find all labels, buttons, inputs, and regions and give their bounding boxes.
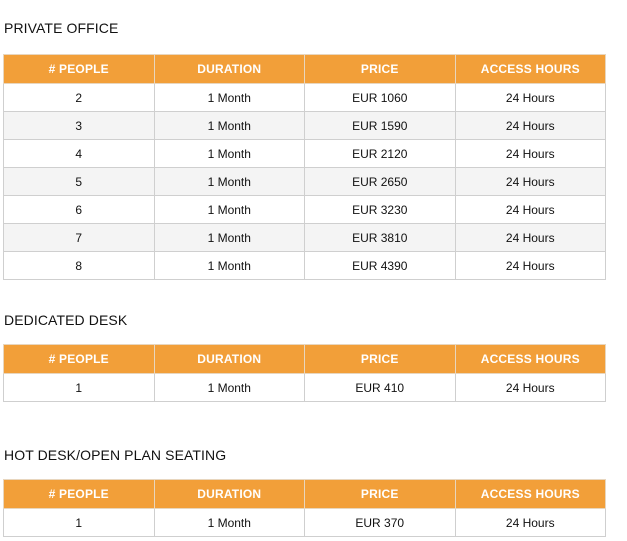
cell-access-hours: 24 Hours xyxy=(454,508,606,537)
column-header-people: # PEOPLE xyxy=(3,479,155,509)
table-header-row: # PEOPLE DURATION PRICE ACCESS HOURS xyxy=(3,54,606,84)
column-header-duration: DURATION xyxy=(153,54,305,84)
cell-access-hours: 24 Hours xyxy=(454,373,606,402)
cell-access-hours: 24 Hours xyxy=(454,167,606,196)
cell-duration: 1 Month xyxy=(153,111,305,140)
cell-access-hours: 24 Hours xyxy=(454,195,606,224)
column-header-access-hours: ACCESS HOURS xyxy=(454,344,606,374)
cell-access-hours: 24 Hours xyxy=(454,223,606,252)
cell-duration: 1 Month xyxy=(153,167,305,196)
cell-price: EUR 3230 xyxy=(304,195,456,224)
cell-access-hours: 24 Hours xyxy=(454,83,606,112)
cell-price: EUR 2650 xyxy=(304,167,456,196)
cell-people: 6 xyxy=(3,195,155,224)
cell-duration: 1 Month xyxy=(153,373,305,402)
table-row: 7 1 Month EUR 3810 24 Hours xyxy=(3,223,606,252)
cell-people: 1 xyxy=(3,508,155,537)
cell-price: EUR 1590 xyxy=(304,111,456,140)
cell-price: EUR 1060 xyxy=(304,83,456,112)
cell-people: 3 xyxy=(3,111,155,140)
cell-duration: 1 Month xyxy=(153,251,305,280)
table-row: 1 1 Month EUR 410 24 Hours xyxy=(3,373,606,402)
cell-price: EUR 3810 xyxy=(304,223,456,252)
cell-duration: 1 Month xyxy=(153,139,305,168)
cell-access-hours: 24 Hours xyxy=(454,251,606,280)
table-header-row: # PEOPLE DURATION PRICE ACCESS HOURS xyxy=(3,344,606,374)
table-row: 5 1 Month EUR 2650 24 Hours xyxy=(3,167,606,196)
cell-people: 5 xyxy=(3,167,155,196)
cell-people: 8 xyxy=(3,251,155,280)
table-row: 8 1 Month EUR 4390 24 Hours xyxy=(3,251,606,280)
hot-desk-table: # PEOPLE DURATION PRICE ACCESS HOURS 1 1… xyxy=(3,479,606,537)
cell-people: 2 xyxy=(3,83,155,112)
section-title-private-office: PRIVATE OFFICE xyxy=(4,20,119,36)
cell-people: 1 xyxy=(3,373,155,402)
cell-people: 4 xyxy=(3,139,155,168)
column-header-price: PRICE xyxy=(304,54,456,84)
column-header-duration: DURATION xyxy=(153,479,305,509)
column-header-people: # PEOPLE xyxy=(3,54,155,84)
cell-access-hours: 24 Hours xyxy=(454,111,606,140)
column-header-access-hours: ACCESS HOURS xyxy=(454,479,606,509)
private-office-table: # PEOPLE DURATION PRICE ACCESS HOURS 2 1… xyxy=(3,54,606,280)
cell-price: EUR 4390 xyxy=(304,251,456,280)
section-title-dedicated-desk: DEDICATED DESK xyxy=(4,312,128,328)
column-header-price: PRICE xyxy=(304,344,456,374)
cell-price: EUR 410 xyxy=(304,373,456,402)
column-header-people: # PEOPLE xyxy=(3,344,155,374)
cell-duration: 1 Month xyxy=(153,83,305,112)
table-header-row: # PEOPLE DURATION PRICE ACCESS HOURS xyxy=(3,479,606,509)
dedicated-desk-table: # PEOPLE DURATION PRICE ACCESS HOURS 1 1… xyxy=(3,344,606,402)
section-title-hot-desk: HOT DESK/OPEN PLAN SEATING xyxy=(4,447,227,463)
column-header-duration: DURATION xyxy=(153,344,305,374)
column-header-price: PRICE xyxy=(304,479,456,509)
table-row: 1 1 Month EUR 370 24 Hours xyxy=(3,508,606,537)
cell-duration: 1 Month xyxy=(153,223,305,252)
cell-price: EUR 2120 xyxy=(304,139,456,168)
table-row: 6 1 Month EUR 3230 24 Hours xyxy=(3,195,606,224)
cell-access-hours: 24 Hours xyxy=(454,139,606,168)
cell-people: 7 xyxy=(3,223,155,252)
cell-price: EUR 370 xyxy=(304,508,456,537)
table-row: 2 1 Month EUR 1060 24 Hours xyxy=(3,83,606,112)
table-row: 4 1 Month EUR 2120 24 Hours xyxy=(3,139,606,168)
cell-duration: 1 Month xyxy=(153,195,305,224)
table-row: 3 1 Month EUR 1590 24 Hours xyxy=(3,111,606,140)
cell-duration: 1 Month xyxy=(153,508,305,537)
column-header-access-hours: ACCESS HOURS xyxy=(454,54,606,84)
